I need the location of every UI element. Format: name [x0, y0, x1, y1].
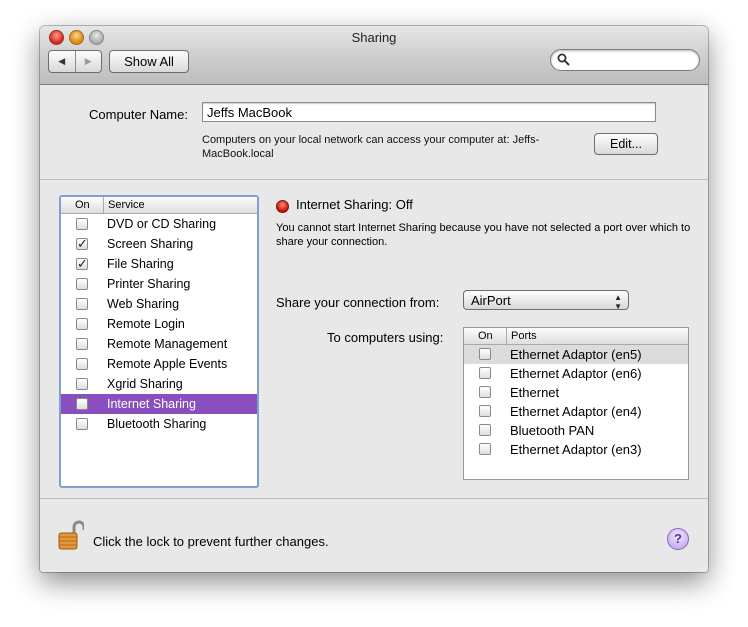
port-checkbox[interactable]	[479, 405, 491, 417]
service-row[interactable]: Screen Sharing	[61, 234, 257, 254]
service-row[interactable]: Remote Apple Events	[61, 354, 257, 374]
service-checkbox[interactable]	[76, 338, 88, 350]
port-label: Ethernet Adaptor (en5)	[510, 347, 642, 362]
port-checkbox[interactable]	[479, 348, 491, 360]
port-checkbox[interactable]	[479, 424, 491, 436]
header-divider	[506, 328, 507, 344]
ports-header-ports[interactable]: Ports	[511, 328, 537, 344]
port-label: Bluetooth PAN	[510, 423, 595, 438]
back-forward-group: ◀ ▶	[48, 50, 102, 73]
service-checkbox[interactable]	[76, 234, 88, 254]
service-row[interactable]: Printer Sharing	[61, 274, 257, 294]
service-checkbox[interactable]	[76, 278, 88, 290]
service-checkbox[interactable]	[76, 378, 88, 390]
to-computers-label: To computers using:	[327, 330, 444, 345]
service-checkbox[interactable]	[76, 318, 88, 330]
edit-button[interactable]: Edit...	[594, 133, 658, 155]
lock-section: Click the lock to prevent further change…	[40, 499, 708, 572]
ports-list-header: On Ports	[464, 328, 688, 345]
service-label: DVD or CD Sharing	[107, 217, 217, 231]
service-label: Bluetooth Sharing	[107, 417, 207, 431]
internet-sharing-warning: You cannot start Internet Sharing becaus…	[276, 222, 691, 248]
service-checkbox[interactable]	[76, 298, 88, 310]
port-checkbox[interactable]	[479, 443, 491, 455]
port-label: Ethernet	[510, 385, 560, 400]
service-label: Web Sharing	[107, 297, 180, 311]
service-list-header: On Service	[61, 197, 257, 214]
port-row[interactable]: Ethernet Adaptor (en4)	[464, 402, 688, 421]
service-row[interactable]: Xgrid Sharing	[61, 374, 257, 394]
port-row[interactable]: Ethernet Adaptor (en5)	[464, 345, 688, 364]
service-label: Remote Login	[107, 317, 185, 331]
help-button[interactable]: ?	[667, 528, 689, 550]
service-label: Internet Sharing	[107, 397, 196, 411]
port-row[interactable]: Ethernet Adaptor (en6)	[464, 364, 688, 383]
port-label: Ethernet Adaptor (en3)	[510, 442, 642, 457]
show-all-button[interactable]: Show All	[109, 50, 189, 73]
port-label: Ethernet Adaptor (en6)	[510, 366, 642, 381]
port-row[interactable]: Bluetooth PAN	[464, 421, 688, 440]
lock-message: Click the lock to prevent further change…	[93, 534, 329, 549]
computer-name-label: Computer Name:	[89, 107, 188, 122]
port-label: Ethernet Adaptor (en4)	[510, 404, 642, 419]
service-checkbox[interactable]	[76, 254, 88, 274]
magnifier-icon	[557, 53, 570, 66]
service-row[interactable]: Bluetooth Sharing	[61, 414, 257, 434]
popup-arrows-icon: ▲ ▼	[614, 293, 622, 311]
service-row[interactable]: Internet Sharing	[61, 394, 257, 414]
status-indicator-icon	[276, 200, 289, 213]
share-from-popup[interactable]: AirPort ▲ ▼	[463, 290, 629, 311]
header-divider	[103, 197, 104, 213]
service-label: Screen Sharing	[107, 237, 194, 251]
service-label: Printer Sharing	[107, 277, 191, 291]
forward-button[interactable]: ▶	[74, 51, 102, 72]
service-list[interactable]: On Service DVD or CD Sharing Screen Shari…	[59, 195, 259, 488]
back-arrow-icon: ◀	[58, 56, 66, 66]
window-title: Sharing	[351, 30, 397, 45]
title-bar: Sharing ◀ ▶ Show All	[40, 26, 708, 85]
service-checkbox[interactable]	[76, 358, 88, 370]
service-checkbox[interactable]	[76, 398, 88, 410]
service-checkbox[interactable]	[76, 218, 88, 230]
service-label: Xgrid Sharing	[107, 377, 183, 391]
search-field[interactable]	[550, 49, 700, 71]
port-row[interactable]: Ethernet	[464, 383, 688, 402]
computer-name-description: Computers on your local network can acce…	[202, 134, 540, 160]
forward-arrow-icon: ▶	[84, 56, 92, 66]
ports-header-on[interactable]: On	[478, 328, 493, 344]
service-checkbox[interactable]	[76, 418, 88, 430]
internet-sharing-status: Internet Sharing: Off	[296, 197, 413, 212]
port-checkbox[interactable]	[479, 386, 491, 398]
computer-name-input[interactable]: Jeffs MacBook	[202, 102, 656, 122]
service-label: Remote Apple Events	[107, 357, 228, 371]
port-row[interactable]: Ethernet Adaptor (en3)	[464, 440, 688, 459]
service-label: Remote Management	[107, 337, 228, 351]
back-button[interactable]: ◀	[49, 51, 75, 72]
service-row[interactable]: Remote Login	[61, 314, 257, 334]
port-checkbox[interactable]	[479, 367, 491, 379]
computer-name-section: Computer Name: Jeffs MacBook Computers o…	[40, 85, 708, 180]
share-from-label: Share your connection from:	[276, 295, 440, 310]
service-row[interactable]: Web Sharing	[61, 294, 257, 314]
sharing-main-section: On Service DVD or CD Sharing Screen Shari…	[40, 180, 708, 499]
open-lock-icon[interactable]	[58, 519, 84, 551]
ports-list[interactable]: On Ports Ethernet Adaptor (en5) Ethernet …	[463, 327, 689, 480]
header-on[interactable]: On	[75, 197, 90, 213]
header-service[interactable]: Service	[108, 197, 145, 213]
service-row[interactable]: Remote Management	[61, 334, 257, 354]
service-row[interactable]: File Sharing	[61, 254, 257, 274]
share-from-value: AirPort	[471, 293, 511, 308]
service-label: File Sharing	[107, 257, 174, 271]
sharing-window: Sharing ◀ ▶ Show All Computer Name: Jeff…	[40, 26, 708, 572]
service-row[interactable]: DVD or CD Sharing	[61, 214, 257, 234]
